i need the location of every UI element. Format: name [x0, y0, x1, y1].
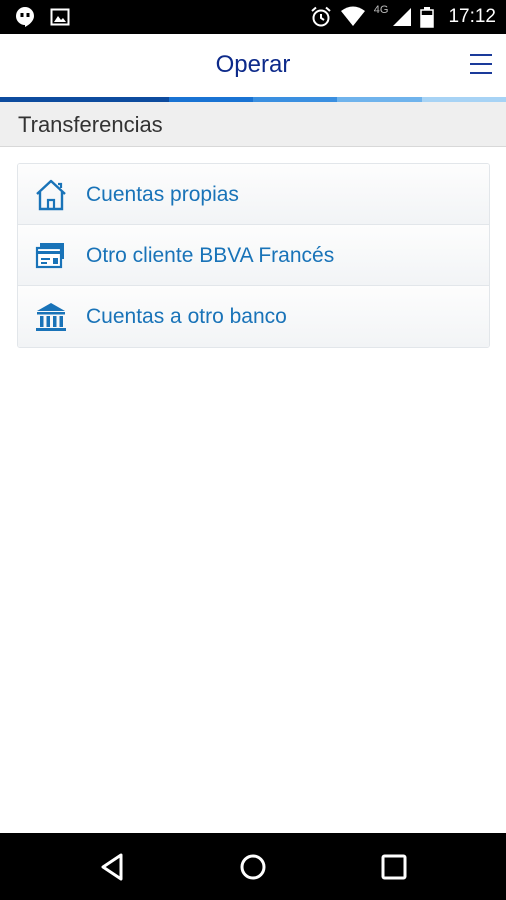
option-otro-cliente-bbva[interactable]: Otro cliente BBVA Francés: [18, 225, 489, 286]
option-label: Cuentas propias: [86, 183, 239, 206]
image-notification-icon: [50, 8, 70, 26]
app-bar: Operar: [0, 34, 506, 98]
option-cuentas-propias[interactable]: Cuentas propias: [18, 164, 489, 225]
home-icon[interactable]: [237, 851, 269, 883]
recents-icon[interactable]: [378, 851, 410, 883]
page-title: Operar: [215, 51, 291, 78]
bank-card-icon: [35, 243, 64, 269]
alarm-icon: [311, 6, 331, 27]
option-label: Cuentas a otro banco: [86, 305, 287, 328]
section-header: Transferencias: [0, 102, 506, 147]
battery-icon: [420, 7, 435, 28]
status-bar-notifications: [14, 6, 70, 28]
status-bar: 4G 17:12: [0, 0, 506, 34]
house-icon: [36, 179, 66, 211]
transfer-options-list: Cuentas propias Otro cliente BBVA Francé…: [17, 163, 490, 348]
status-bar-system: 4G 17:12: [310, 0, 496, 34]
signal-icon: [393, 8, 412, 26]
hamburger-menu-icon[interactable]: [470, 54, 492, 76]
network-type: 4G: [373, 4, 389, 16]
navigation-bar: [0, 833, 506, 900]
option-cuentas-otro-banco[interactable]: Cuentas a otro banco: [18, 286, 489, 347]
option-label: Otro cliente BBVA Francés: [86, 244, 335, 267]
clock: 17:12: [448, 6, 496, 27]
hangouts-icon: [16, 7, 34, 27]
screen: 4G 17:12 Operar Transferencias Cuentas p…: [0, 0, 506, 900]
back-icon[interactable]: [97, 851, 129, 883]
wifi-icon: [340, 6, 365, 26]
section-title: Transferencias: [18, 112, 163, 137]
bank-building-icon: [36, 303, 66, 331]
